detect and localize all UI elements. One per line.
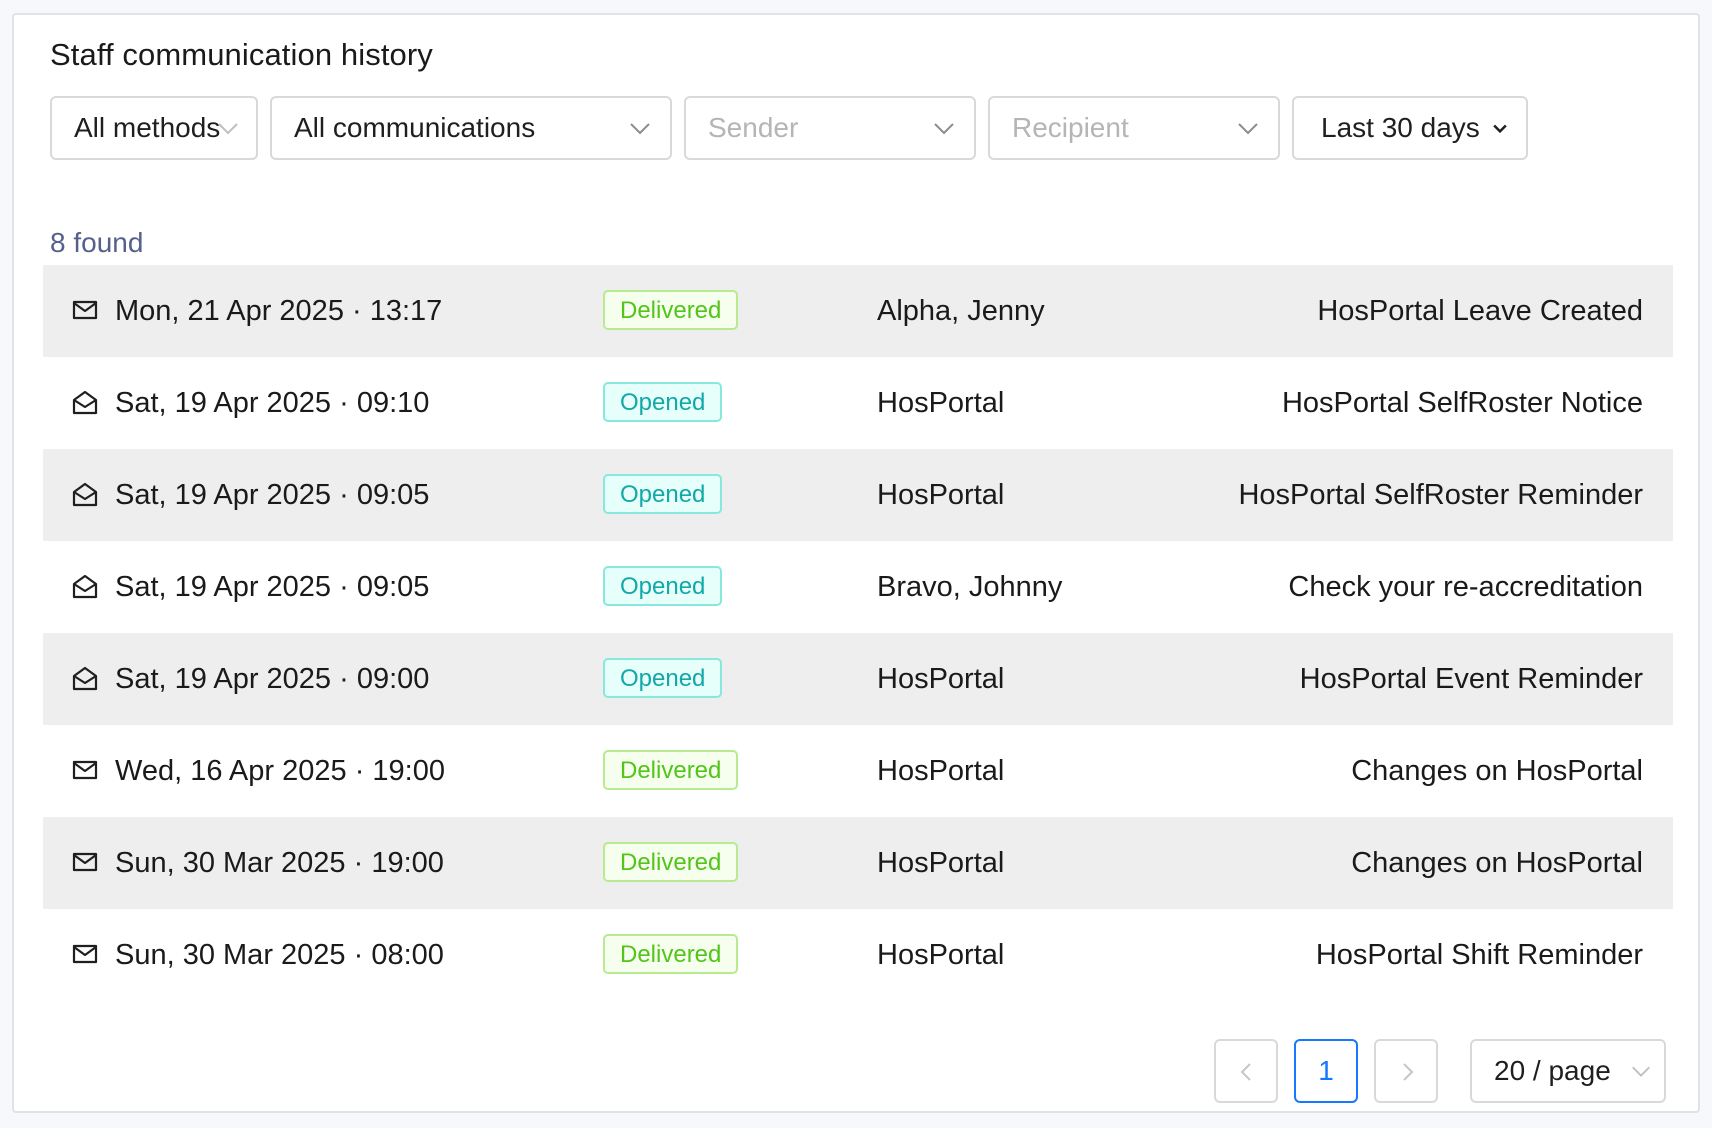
list-item[interactable]: Sat, 19 Apr 2025 · 09:05 Opened Bravo, Joh…	[43, 541, 1673, 633]
communication-history-card: Staff communication history All methods …	[12, 13, 1700, 1113]
envelope-open-icon	[72, 482, 98, 507]
page-title: Staff communication history	[50, 37, 433, 72]
sent-date: Mon, 21 Apr 2025 · 13:17	[115, 295, 443, 327]
status-badge: Delivered	[603, 290, 739, 330]
message-subject: HosPortal SelfRoster Reminder	[1238, 479, 1643, 511]
communication-filter-select[interactable]: All communications	[270, 96, 672, 160]
list-item[interactable]: Sat, 19 Apr 2025 · 09:00 Opened HosPortal H…	[43, 633, 1673, 725]
recipient-filter-select[interactable]: Recipient	[988, 96, 1280, 160]
status-badge: Opened	[603, 566, 723, 606]
chevron-right-icon	[1403, 1063, 1414, 1081]
envelope-closed-icon	[72, 852, 98, 872]
chevron-down-icon	[934, 123, 954, 135]
communication-list: Mon, 21 Apr 2025 · 13:17 Delivered Alpha, …	[43, 265, 1673, 1001]
sent-date: Wed, 16 Apr 2025 · 19:00	[115, 755, 445, 787]
list-item[interactable]: Sun, 30 Mar 2025 · 08:00 Delivered HosPort…	[43, 909, 1673, 1001]
date-range-select[interactable]: Last 30 days	[1292, 96, 1528, 160]
list-item[interactable]: Sun, 30 Mar 2025 · 19:00 Delivered HosPort…	[43, 817, 1673, 909]
chevron-down-icon	[630, 123, 650, 135]
sender-name: HosPortal	[877, 939, 1005, 971]
sent-date: Sat, 19 Apr 2025 · 09:10	[115, 387, 430, 419]
status-badge: Opened	[603, 382, 723, 422]
chevron-left-icon	[1240, 1063, 1251, 1081]
communication-filter-value: All communications	[294, 112, 536, 143]
sent-date: Sat, 19 Apr 2025 · 09:05	[115, 479, 430, 511]
message-subject: Changes on HosPortal	[1351, 847, 1643, 879]
envelope-closed-icon	[72, 300, 98, 320]
sent-date: Sat, 19 Apr 2025 · 09:05	[115, 571, 430, 603]
sender-name: HosPortal	[877, 663, 1005, 695]
date-range-value: Last 30 days	[1321, 112, 1480, 143]
envelope-open-icon	[72, 666, 98, 691]
method-filter-select[interactable]: All methods	[50, 96, 258, 160]
message-subject: HosPortal SelfRoster Notice	[1281, 387, 1643, 419]
chevron-down-icon	[1238, 123, 1258, 135]
status-badge: Opened	[603, 658, 723, 698]
method-filter-value: All methods	[74, 112, 221, 143]
filter-bar: All methods All communications Sender Re…	[50, 96, 1670, 160]
list-item[interactable]: Sat, 19 Apr 2025 · 09:10 Opened HosPortal H…	[43, 357, 1673, 449]
sent-date: Sun, 30 Mar 2025 · 08:00	[115, 939, 444, 971]
status-badge: Opened	[603, 474, 723, 514]
message-subject: Changes on HosPortal	[1351, 755, 1643, 787]
message-subject: HosPortal Shift Reminder	[1315, 939, 1643, 971]
list-item[interactable]: Mon, 21 Apr 2025 · 13:17 Delivered Alpha, …	[43, 265, 1673, 357]
envelope-closed-icon	[72, 944, 98, 964]
status-badge: Delivered	[603, 842, 739, 882]
page-size-value: 20 / page	[1494, 1055, 1611, 1086]
chevron-down-icon	[1493, 124, 1507, 134]
sent-date: Sat, 19 Apr 2025 · 09:00	[115, 663, 430, 695]
sender-name: Alpha, Jenny	[877, 295, 1045, 327]
sender-name: Bravo, Johnny	[877, 571, 1063, 603]
results-count: 8 found	[50, 227, 144, 258]
message-subject: HosPortal Leave Created	[1317, 295, 1643, 327]
list-item[interactable]: Wed, 16 Apr 2025 · 19:00 Delivered HosPort…	[43, 725, 1673, 817]
chevron-down-icon	[218, 123, 238, 135]
next-page-button[interactable]	[1374, 1039, 1438, 1103]
envelope-open-icon	[72, 390, 98, 415]
message-subject: Check your re-accreditation	[1288, 571, 1643, 603]
sender-name: HosPortal	[877, 847, 1005, 879]
envelope-closed-icon	[72, 760, 98, 780]
prev-page-button[interactable]	[1214, 1039, 1278, 1103]
envelope-open-icon	[72, 574, 98, 599]
sender-name: HosPortal	[877, 755, 1005, 787]
status-badge: Delivered	[603, 750, 739, 790]
status-badge: Delivered	[603, 934, 739, 974]
list-item[interactable]: Sat, 19 Apr 2025 · 09:05 Opened HosPortal H…	[43, 449, 1673, 541]
page-size-select[interactable]: 20 / page	[1470, 1039, 1666, 1103]
recipient-filter-placeholder: Recipient	[1012, 112, 1129, 143]
page-number-button[interactable]: 1	[1294, 1039, 1358, 1103]
sender-name: HosPortal	[877, 387, 1005, 419]
sender-filter-select[interactable]: Sender	[684, 96, 976, 160]
sent-date: Sun, 30 Mar 2025 · 19:00	[115, 847, 444, 879]
sender-filter-placeholder: Sender	[708, 112, 799, 143]
sender-name: HosPortal	[877, 479, 1005, 511]
message-subject: HosPortal Event Reminder	[1299, 663, 1643, 695]
chevron-down-icon	[1632, 1066, 1650, 1077]
